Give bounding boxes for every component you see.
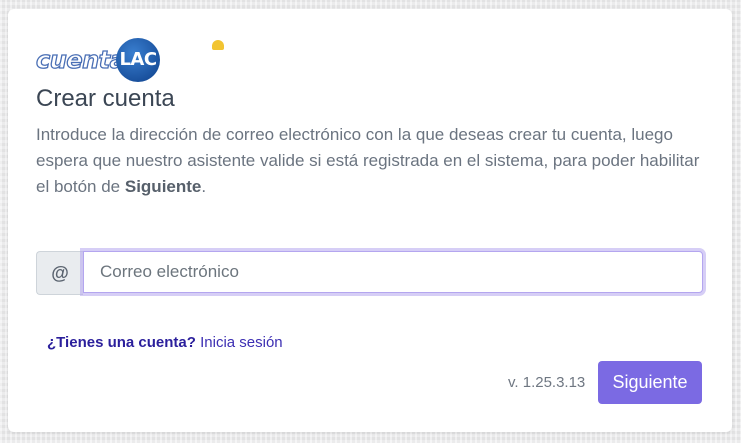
login-prompt: ¿Tienes una cuenta? Inicia sesión [47, 334, 283, 351]
login-question: ¿Tienes una cuenta? [47, 334, 196, 351]
at-icon: @ [36, 251, 83, 295]
signup-card: cuenta LAC Crear cuenta Introduce la dir… [8, 9, 732, 432]
next-button[interactable]: Siguiente [598, 361, 702, 404]
page-title: Crear cuenta [36, 85, 175, 112]
version-label: v. 1.25.3.13 [508, 374, 586, 391]
logo-badge-text: LAC [119, 49, 157, 70]
logo-sun-icon [212, 40, 224, 50]
instructions-text-end: . [201, 177, 207, 196]
cuentalac-logo: cuenta LAC [35, 38, 224, 82]
instructions-text-bold: Siguiente [124, 177, 202, 196]
logo-wordmark: cuenta [35, 46, 126, 74]
login-link[interactable]: Inicia sesión [200, 334, 283, 351]
email-input-group: @ [36, 251, 703, 295]
logo-badge: LAC [116, 38, 224, 82]
email-field[interactable] [83, 251, 703, 293]
instructions-text: Introduce la dirección de correo electró… [36, 122, 706, 200]
